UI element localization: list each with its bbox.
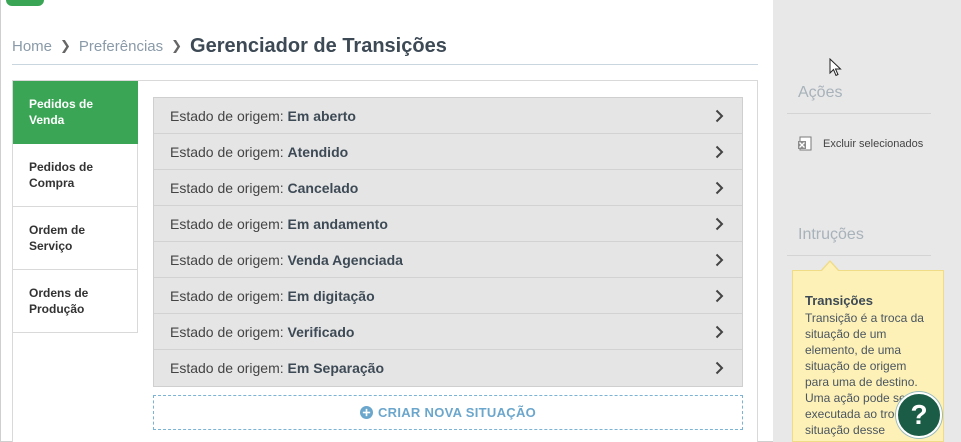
origin-state-row[interactable]: Estado de origem: Em digitação — [154, 278, 742, 314]
origin-state-prefix: Estado de origem: — [170, 143, 284, 160]
origin-state-prefix: Estado de origem: — [170, 360, 284, 376]
delete-selected-label: Excluir selecionados — [823, 138, 924, 150]
tab-ordens-producao[interactable]: Ordens de Produção — [13, 270, 138, 333]
origin-state-row[interactable]: Estado de origem: Cancelado — [154, 170, 742, 206]
origin-state-value: Venda Agenciada — [287, 251, 403, 268]
origin-state-text: Estado de origem: Venda Agenciada — [170, 252, 403, 268]
origin-state-row[interactable]: Estado de origem: Verificado — [154, 314, 742, 350]
plus-circle-icon — [359, 406, 373, 419]
origin-state-row[interactable]: Estado de origem: Em Separação — [154, 350, 742, 386]
tooltip-title: Transições — [805, 293, 873, 308]
origin-state-prefix: Estado de origem: — [170, 215, 284, 232]
right-sidebar: Ações Excluir selecionados Intruções Tra… — [773, 0, 961, 442]
chevron-right-icon — [712, 181, 726, 195]
origin-state-text: Estado de origem: Verificado — [170, 324, 354, 340]
origin-state-value: Atendido — [287, 143, 349, 160]
excel-delete-icon — [798, 136, 812, 151]
actions-title: Ações — [798, 84, 843, 101]
origin-state-text: Estado de origem: Atendido — [170, 144, 348, 160]
chevron-right-icon — [712, 109, 726, 123]
origin-state-value: Em Separação — [287, 360, 385, 376]
origin-state-prefix: Estado de origem: — [170, 179, 284, 196]
origin-state-value: Verificado — [287, 323, 355, 340]
breadcrumb-divider — [12, 64, 758, 65]
tab-pedidos-compra[interactable]: Pedidos de Compra — [13, 144, 138, 207]
tab-pedidos-venda[interactable]: Pedidos de Venda — [13, 81, 138, 144]
chevron-right-icon — [712, 145, 726, 159]
origin-state-list: Estado de origem: Em aberto Estado de ori… — [153, 97, 743, 387]
breadcrumb-preferences[interactable]: Preferências — [79, 38, 163, 55]
chevron-right-icon — [712, 325, 726, 339]
create-new-situation-button[interactable]: CRIAR NOVA SITUAÇÃO — [153, 395, 743, 430]
instructions-title: Intruções — [798, 226, 864, 243]
actions-divider — [787, 113, 931, 114]
chevron-right-icon — [712, 253, 726, 267]
tooltip-arrow-inner — [821, 262, 839, 272]
chevron-right-icon — [712, 217, 726, 231]
origin-state-value: Em aberto — [287, 107, 356, 124]
create-new-situation-label: CRIAR NOVA SITUAÇÃO — [377, 405, 537, 420]
transitions-panel: Pedidos de Venda Pedidos de Compra Ordem… — [12, 80, 758, 442]
origin-state-text: Estado de origem: Em andamento — [170, 216, 388, 232]
top-tab-indicator — [6, 0, 44, 6]
origin-state-row[interactable]: Estado de origem: Venda Agenciada — [154, 242, 742, 278]
origin-state-value: Em andamento — [287, 215, 388, 232]
origin-state-text: Estado de origem: Cancelado — [170, 180, 358, 196]
breadcrumb-home[interactable]: Home — [12, 38, 52, 55]
origin-state-row[interactable]: Estado de origem: Atendido — [154, 134, 742, 170]
breadcrumb: Home ❯ Preferências ❯ Gerenciador de Tra… — [12, 32, 447, 60]
tab-ordem-servico[interactable]: Ordem de Serviço — [13, 207, 138, 270]
breadcrumb-separator-icon: ❯ — [60, 38, 71, 53]
help-button[interactable]: ? — [896, 392, 942, 438]
chevron-right-icon — [712, 289, 726, 303]
origin-state-text: Estado de origem: Em Separação — [170, 360, 384, 376]
origin-state-text: Estado de origem: Em aberto — [170, 108, 356, 124]
delete-selected-button[interactable]: Excluir selecionados — [797, 136, 923, 152]
module-tabs: Pedidos de Venda Pedidos de Compra Ordem… — [13, 81, 138, 333]
mouse-cursor-icon — [829, 58, 842, 77]
origin-state-value: Em digitação — [287, 287, 375, 304]
instructions-divider — [787, 255, 931, 256]
origin-state-row[interactable]: Estado de origem: Em aberto — [154, 98, 742, 134]
page-title: Gerenciador de Transições — [190, 34, 447, 57]
origin-state-prefix: Estado de origem: — [170, 251, 284, 268]
origin-state-row[interactable]: Estado de origem: Em andamento — [154, 206, 742, 242]
origin-state-prefix: Estado de origem: — [170, 107, 284, 124]
breadcrumb-separator-icon: ❯ — [171, 38, 183, 53]
origin-state-value: Cancelado — [287, 179, 359, 196]
origin-state-text: Estado de origem: Em digitação — [170, 288, 375, 304]
chevron-right-icon — [712, 361, 726, 375]
origin-state-prefix: Estado de origem: — [170, 323, 284, 340]
origin-state-prefix: Estado de origem: — [170, 287, 284, 304]
